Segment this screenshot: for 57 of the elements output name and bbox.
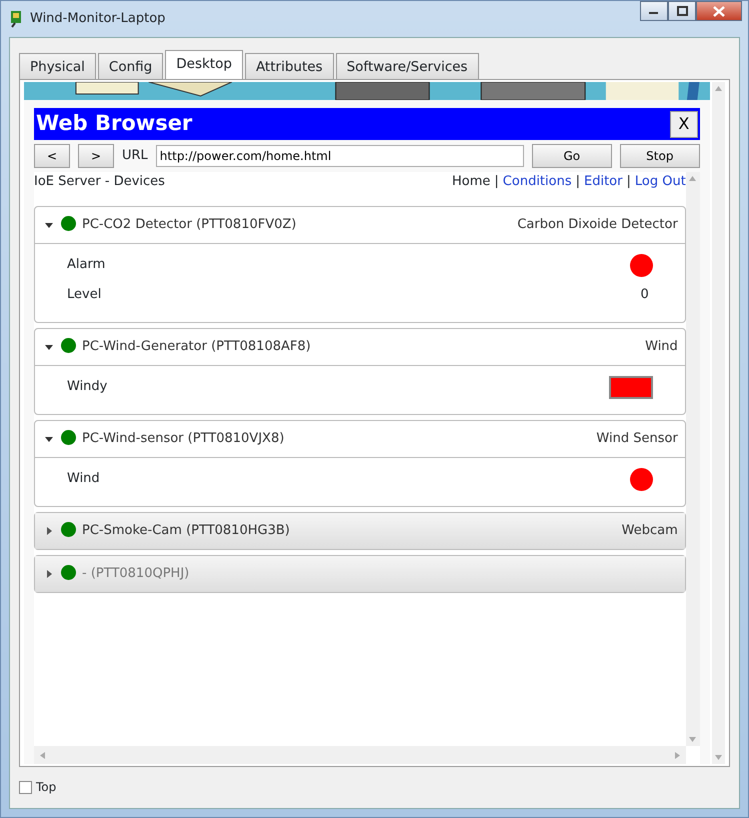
url-label: URL <box>122 147 148 166</box>
scroll-up-icon[interactable] <box>714 86 722 91</box>
device-name[interactable]: PC-Smoke-Cam (PTT0810HG3B) <box>82 521 290 541</box>
scroll-right-icon[interactable] <box>674 752 680 758</box>
vertical-scrollbar[interactable] <box>686 172 700 746</box>
scroll-up-icon[interactable] <box>689 176 696 181</box>
expand-caret-icon[interactable] <box>45 221 53 229</box>
separator: | <box>576 173 580 191</box>
expand-caret-icon[interactable] <box>45 435 53 443</box>
nav-link[interactable]: Conditions <box>502 172 572 206</box>
field-label: Wind <box>67 470 100 488</box>
device-type: Wind <box>645 338 678 356</box>
status-dot <box>61 216 76 230</box>
device-type: Wind Sensor <box>596 430 678 448</box>
scroll-left-icon[interactable] <box>40 752 45 758</box>
checkbox-label: Top <box>36 779 56 796</box>
tab[interactable]: Physical <box>19 53 96 79</box>
collapse-caret-icon[interactable] <box>45 527 53 535</box>
field-label: Level <box>67 286 102 304</box>
close-icon[interactable] <box>713 6 725 16</box>
device-name[interactable]: PC-CO2 Detector (PTT0810FV0Z) <box>82 215 296 235</box>
window-title: Wind-Monitor-Laptop <box>30 10 166 28</box>
status-dot <box>61 522 76 536</box>
scroll-down-icon[interactable] <box>714 755 722 760</box>
maximize-icon[interactable] <box>676 6 688 16</box>
tab[interactable]: Desktop <box>165 50 243 79</box>
separator: | <box>626 173 631 191</box>
browser-title: Web Browser <box>36 110 192 138</box>
url-field[interactable]: http://power.com/home.html <box>156 145 524 167</box>
top-checkbox[interactable] <box>19 780 32 794</box>
tab[interactable]: Attributes <box>244 53 334 79</box>
status-dot <box>61 338 76 352</box>
forward-button[interactable]: > <box>78 144 114 168</box>
nav-link[interactable]: Log Out <box>634 172 686 206</box>
close-button[interactable]: X <box>670 110 698 138</box>
vertical-scrollbar[interactable] <box>712 82 725 764</box>
device-type: Webcam <box>622 522 678 540</box>
field-label: Alarm <box>67 256 106 274</box>
tab[interactable]: Config <box>98 53 164 79</box>
device-name[interactable]: PC-Wind-sensor (PTT0810VJX8) <box>82 429 284 449</box>
scroll-down-icon[interactable] <box>689 737 696 742</box>
status-dot <box>61 564 76 580</box>
nav-link[interactable]: Editor <box>584 172 622 206</box>
device-type: Carbon Dixoide Detector <box>517 216 678 234</box>
device-name[interactable]: PC-Wind-Generator (PTT08108AF8) <box>82 337 311 357</box>
horizontal-scrollbar[interactable] <box>34 746 686 764</box>
page-heading: IoE Server - Devices <box>34 173 165 191</box>
expand-caret-icon[interactable] <box>45 343 53 351</box>
tab[interactable]: Software/Services <box>336 53 479 79</box>
go-button[interactable]: Go <box>532 144 612 168</box>
separator: | <box>494 173 499 191</box>
nav-text: Home <box>452 173 490 191</box>
field-value: 0 <box>640 286 649 304</box>
stop-button[interactable]: Stop <box>620 144 700 168</box>
status-dot <box>61 430 76 444</box>
back-button[interactable]: < <box>34 144 70 168</box>
field-label: Windy <box>67 378 108 396</box>
